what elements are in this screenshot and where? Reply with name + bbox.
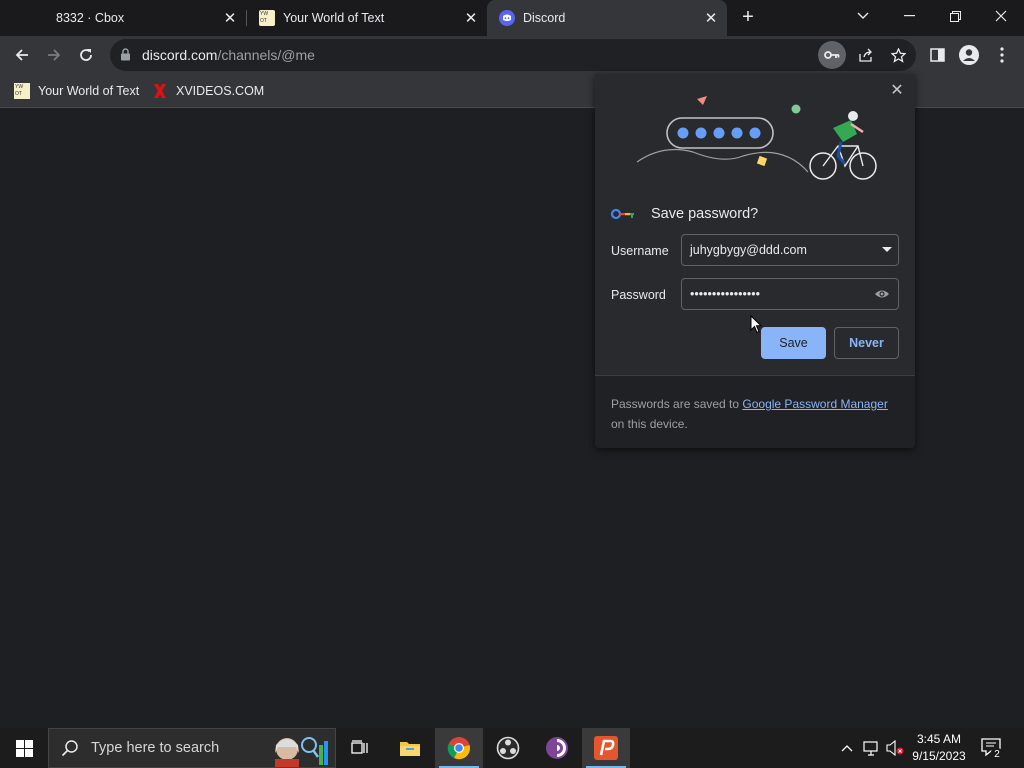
close-tab-icon[interactable]: ✕	[703, 10, 719, 27]
password-key-button[interactable]	[818, 41, 846, 69]
tab-strip: 8332 · Cbox ✕ YW OT Your World of Text ✕…	[0, 0, 1024, 36]
restore-button[interactable]	[932, 0, 978, 32]
username-dropdown[interactable]: juhygbygy@ddd.com	[681, 234, 899, 266]
windows-logo-icon	[15, 739, 33, 757]
dialog-title: Save password?	[651, 206, 759, 222]
tab-title: Discord	[523, 11, 566, 25]
chrome-taskbar-button[interactable]	[435, 728, 483, 768]
password-field[interactable]: ••••••••••••••••	[681, 278, 899, 310]
tab-cbox[interactable]: 8332 · Cbox ✕	[0, 0, 246, 36]
browser-toolbar: discord.com/channels/@me	[0, 36, 1024, 74]
chrome-icon	[447, 737, 470, 760]
xvideos-favicon-icon	[154, 84, 166, 98]
tab-your-world-of-text[interactable]: YW OT Your World of Text ✕	[247, 0, 487, 36]
footer-text-suffix: on this device.	[611, 417, 688, 431]
reload-icon	[80, 49, 92, 61]
password-label: Password	[611, 288, 666, 302]
psiphon-icon	[594, 736, 618, 760]
tab-discord[interactable]: Discord ✕	[487, 0, 727, 36]
lock-icon[interactable]	[120, 48, 131, 61]
obs-taskbar-button[interactable]	[484, 728, 532, 768]
tab-title: 8332 · Cbox	[56, 11, 125, 25]
start-button[interactable]	[0, 728, 48, 768]
show-hidden-icons-chevron-icon[interactable]	[838, 728, 856, 768]
dialog-footer: Passwords are saved to Google Password M…	[595, 375, 915, 448]
close-tab-icon[interactable]: ✕	[463, 10, 479, 27]
save-button[interactable]: Save	[761, 327, 826, 359]
never-button[interactable]: Never	[834, 327, 899, 359]
taskbar-search-box[interactable]: Type here to search	[48, 728, 336, 768]
discord-favicon-icon	[499, 10, 515, 26]
profile-avatar-icon[interactable]	[959, 45, 979, 65]
google-password-manager-link[interactable]: Google Password Manager	[742, 397, 887, 411]
psiphon-taskbar-button[interactable]	[582, 728, 630, 768]
task-view-button[interactable]	[336, 728, 384, 768]
file-explorer-button[interactable]	[386, 728, 434, 768]
notification-count-badge: 2	[990, 748, 1004, 762]
menu-kebab-icon[interactable]	[992, 45, 1012, 65]
password-value: ••••••••••••••••	[690, 287, 761, 301]
search-placeholder: Type here to search	[91, 740, 220, 756]
forward-arrow-icon	[48, 49, 61, 61]
bookmark-label: Your World of Text	[38, 84, 140, 98]
obs-icon	[496, 736, 520, 760]
network-icon[interactable]	[861, 728, 881, 768]
back-button[interactable]	[8, 41, 36, 69]
key-icon	[824, 51, 840, 59]
url-host: discord.com	[142, 47, 218, 63]
volume-muted-icon[interactable]	[884, 728, 906, 768]
cbox-favicon-icon	[12, 10, 28, 26]
clock-date: 9/15/2023	[912, 749, 966, 763]
username-label: Username	[611, 244, 669, 258]
bookmark-xvideos[interactable]: XVIDEOS.COM	[152, 82, 264, 100]
forward-button[interactable]	[40, 41, 68, 69]
save-password-dialog: ✕ Save password? Username juhygbygy@ddd.…	[595, 74, 915, 448]
footer-text-prefix: Passwords are saved to	[611, 397, 743, 411]
password-key-icon	[611, 208, 634, 220]
bookmark-star-icon[interactable]	[888, 45, 908, 65]
search-icon	[61, 740, 78, 757]
share-icon[interactable]	[856, 45, 876, 65]
yourworldoftext-favicon-icon: YW OT	[14, 83, 30, 99]
folder-icon	[400, 742, 420, 756]
tab-title: Your World of Text	[283, 11, 385, 25]
taskbar-clock[interactable]: 3:45 AM 9/15/2023	[908, 731, 970, 765]
tor-icon	[546, 737, 568, 759]
dialog-header: Save password?	[611, 206, 758, 222]
search-highlight-illustration-icon	[275, 737, 328, 767]
back-arrow-icon	[15, 49, 28, 61]
mouse-cursor-icon	[750, 315, 762, 334]
bookmark-label: XVIDEOS.COM	[176, 84, 265, 98]
windows-taskbar: Type here to search 3:45 AM 9/15/2023 2	[0, 728, 1024, 768]
yourworldoftext-favicon-icon: YW OT	[259, 10, 275, 26]
task-view-icon	[351, 740, 368, 754]
reload-button[interactable]	[72, 41, 100, 69]
url-text[interactable]: discord.com/channels/@me	[142, 47, 315, 63]
bookmark-your-world-of-text[interactable]: YW OT Your World of Text	[14, 82, 139, 100]
show-password-eye-icon[interactable]	[874, 287, 890, 301]
close-tab-icon[interactable]: ✕	[222, 10, 238, 27]
password-illustration	[636, 96, 877, 180]
username-value: juhygbygy@ddd.com	[690, 243, 807, 257]
dropdown-caret-icon	[882, 247, 892, 252]
clock-time: 3:45 AM	[916, 732, 962, 746]
minimize-button[interactable]	[886, 0, 932, 32]
close-icon[interactable]: ✕	[887, 80, 907, 100]
close-window-button[interactable]	[978, 0, 1024, 32]
tab-search-chevron-icon[interactable]	[840, 0, 886, 32]
side-panel-icon[interactable]	[927, 45, 947, 65]
url-path: /channels/@me	[217, 47, 315, 63]
tor-browser-taskbar-button[interactable]	[533, 728, 581, 768]
address-bar[interactable]: discord.com/channels/@me	[110, 39, 916, 71]
new-tab-button[interactable]: +	[736, 6, 760, 30]
